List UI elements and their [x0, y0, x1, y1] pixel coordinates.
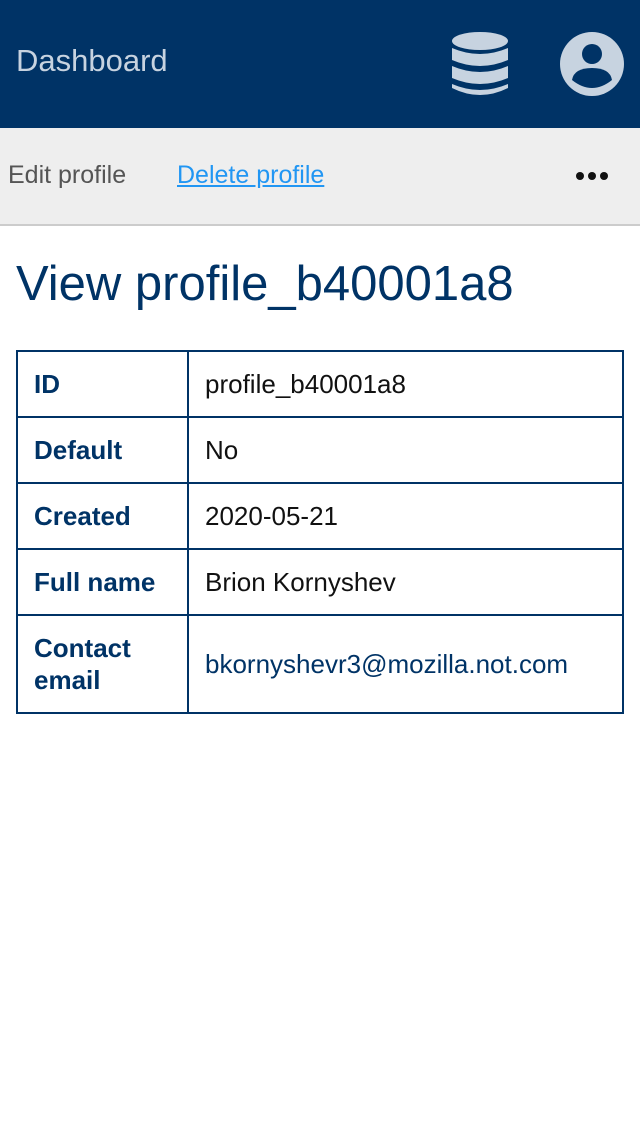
field-label: Full name	[16, 548, 189, 616]
table-row: Default No	[16, 416, 624, 484]
user-account-icon[interactable]	[558, 30, 626, 98]
delete-profile-link[interactable]: Delete profile	[177, 159, 324, 191]
field-value: bkornyshevr3@mozilla.not.com	[187, 614, 624, 714]
database-icon[interactable]	[448, 30, 512, 98]
field-label: ID	[16, 350, 189, 418]
field-label: Contact email	[16, 614, 189, 714]
table-row: ID profile_b40001a8	[16, 350, 624, 418]
field-value: 2020-05-21	[187, 482, 624, 550]
field-label: Default	[16, 416, 189, 484]
field-value: No	[187, 416, 624, 484]
dashboard-link[interactable]: Dashboard	[16, 42, 168, 80]
table-row: Created 2020-05-21	[16, 482, 624, 550]
table-row: Contact email bkornyshevr3@mozilla.not.c…	[16, 614, 624, 714]
more-horizontal-icon[interactable]	[572, 158, 612, 194]
contact-email-link[interactable]: bkornyshevr3@mozilla.not.com	[205, 649, 568, 679]
table-row: Full name Brion Kornyshev	[16, 548, 624, 616]
field-label: Created	[16, 482, 189, 550]
profile-details-table: ID profile_b40001a8 Default No Created 2…	[16, 350, 624, 714]
field-value: profile_b40001a8	[187, 350, 624, 418]
page-title: View profile_b40001a8	[16, 257, 514, 311]
action-toolbar: Edit profile Delete profile	[0, 128, 640, 226]
app-header: Dashboard	[0, 0, 640, 128]
edit-profile-button[interactable]: Edit profile	[8, 159, 126, 191]
field-value: Brion Kornyshev	[187, 548, 624, 616]
